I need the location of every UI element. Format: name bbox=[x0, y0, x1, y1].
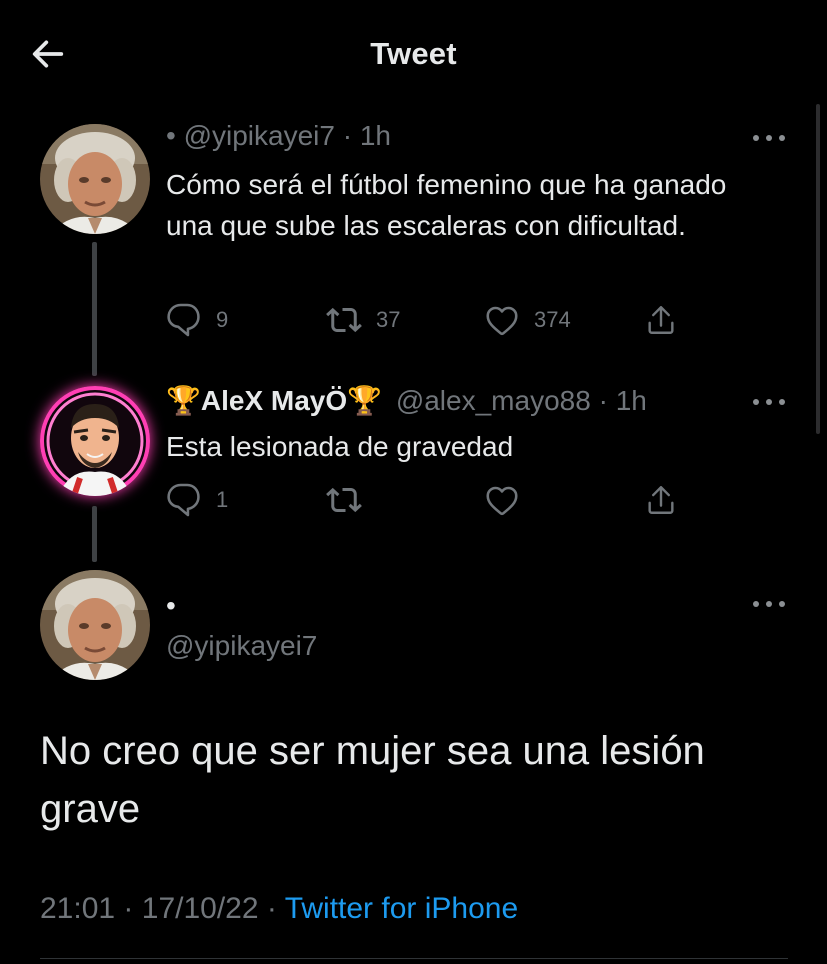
trophy-icon: 🏆 bbox=[347, 385, 383, 416]
retweet-count: 37 bbox=[376, 307, 401, 332]
reply-icon bbox=[166, 302, 202, 338]
like-icon bbox=[484, 482, 520, 518]
more-icon bbox=[753, 601, 759, 607]
share-button[interactable] bbox=[644, 300, 678, 340]
tweet-header: • @yipikayei7 · 1h bbox=[166, 120, 391, 152]
reply-button[interactable]: 9 bbox=[166, 300, 228, 340]
main-tweet-text: No creo que ser mujer sea una lesión gra… bbox=[40, 729, 705, 831]
trophy-icon: 🏆 bbox=[166, 385, 201, 416]
thread-line bbox=[92, 242, 97, 376]
thread-line bbox=[92, 506, 97, 562]
user-handle[interactable]: @alex_mayo88 bbox=[396, 385, 591, 416]
tweet-source[interactable]: Twitter for iPhone bbox=[285, 892, 518, 925]
tweet-text: Esta lesionada de gravedad bbox=[166, 431, 514, 462]
user-photo bbox=[40, 570, 150, 680]
like-button[interactable] bbox=[484, 480, 520, 520]
retweet-icon bbox=[326, 482, 362, 518]
retweet-icon bbox=[326, 302, 362, 338]
display-name[interactable]: AleX MayÖ bbox=[201, 385, 347, 416]
avatar[interactable] bbox=[40, 124, 150, 234]
user-photo bbox=[46, 392, 144, 496]
share-icon bbox=[644, 483, 678, 517]
more-button[interactable] bbox=[752, 128, 786, 148]
divider bbox=[40, 958, 788, 959]
tweet-header: 🏆AleX MayÖ🏆 @alex_mayo88 · 1h bbox=[166, 384, 647, 417]
reply-count: 9 bbox=[216, 307, 229, 332]
more-button[interactable] bbox=[752, 392, 786, 412]
reply-button[interactable]: 1 bbox=[166, 480, 228, 520]
tweet-text: Cómo será el fútbol femenino que ha gana… bbox=[166, 169, 727, 241]
separator: · bbox=[123, 892, 134, 925]
like-icon bbox=[484, 302, 520, 338]
separator: · bbox=[598, 385, 608, 416]
user-photo bbox=[40, 124, 150, 234]
share-button[interactable] bbox=[644, 480, 678, 520]
retweet-button[interactable] bbox=[326, 480, 362, 520]
timestamp[interactable]: 1h bbox=[360, 120, 391, 151]
retweet-button[interactable]: 37 bbox=[326, 300, 400, 340]
like-count: 374 bbox=[534, 307, 571, 332]
tweet-time: 21:01 bbox=[40, 892, 116, 925]
more-button[interactable] bbox=[752, 594, 786, 614]
share-icon bbox=[644, 303, 678, 337]
timestamp[interactable]: 1h bbox=[616, 385, 647, 416]
verified-dot: • bbox=[166, 120, 176, 151]
reply-count: 1 bbox=[216, 487, 229, 512]
more-icon bbox=[753, 135, 759, 141]
user-handle[interactable]: @yipikayei7 bbox=[166, 630, 317, 662]
scrollbar[interactable] bbox=[816, 104, 820, 434]
page-title: Tweet bbox=[370, 36, 457, 71]
avatar[interactable] bbox=[40, 570, 150, 680]
main-dot: • bbox=[166, 590, 176, 621]
reply-icon bbox=[166, 482, 202, 518]
tweet-date: 17/10/22 bbox=[141, 892, 259, 925]
tweet-meta: 21:01 · 17/10/22 · Twitter for iPhone bbox=[40, 892, 518, 926]
more-icon bbox=[753, 399, 759, 405]
avatar[interactable] bbox=[40, 386, 150, 496]
separator: · bbox=[342, 120, 353, 151]
like-button[interactable]: 374 bbox=[484, 300, 571, 340]
separator: · bbox=[266, 892, 277, 925]
user-handle[interactable]: @yipikayei7 bbox=[184, 120, 335, 151]
